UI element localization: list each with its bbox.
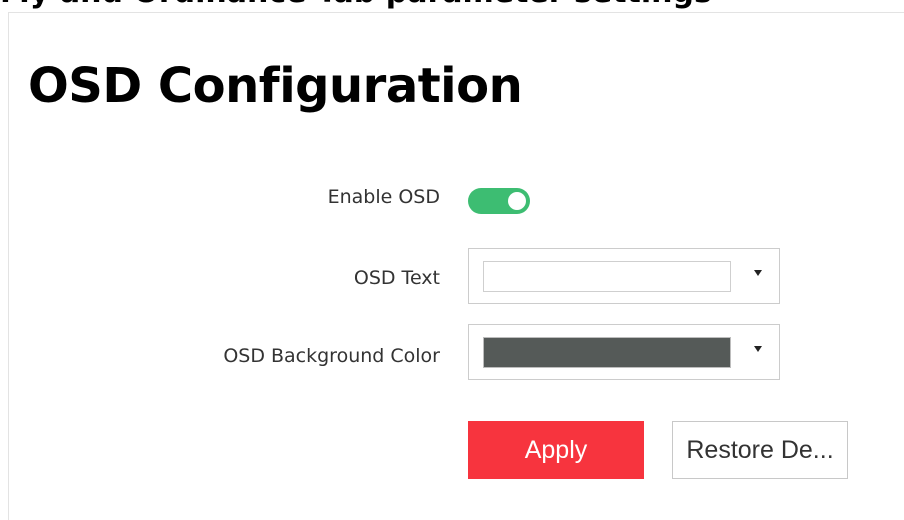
color-swatch <box>483 337 731 368</box>
osd-background-color-label: OSD Background Color <box>223 345 440 367</box>
osd-settings-page: My and Ordinance Tab parameter settings … <box>0 0 904 520</box>
osd-text-dropdown[interactable] <box>468 248 780 304</box>
enable-osd-toggle[interactable] <box>468 188 530 214</box>
clipped-heading-text: My and Ordinance Tab parameter settings <box>0 0 712 10</box>
page-title: OSD Configuration <box>28 58 523 114</box>
enable-osd-label: Enable OSD <box>327 186 440 208</box>
osd-background-color-dropdown[interactable] <box>468 324 780 380</box>
caret-down-icon <box>754 270 762 276</box>
osd-text-value <box>483 261 731 292</box>
restore-defaults-button[interactable]: Restore De... <box>672 421 848 479</box>
caret-down-icon <box>754 346 762 352</box>
apply-button[interactable]: Apply <box>468 421 644 479</box>
toggle-knob <box>508 192 526 210</box>
osd-text-label: OSD Text <box>353 267 440 289</box>
